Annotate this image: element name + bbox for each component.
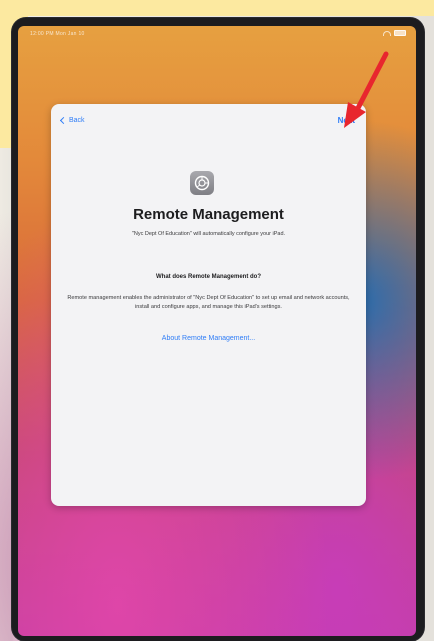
yellow-note-strip bbox=[0, 0, 434, 16]
page-subtitle: "Nyc Dept Of Education" will automatical… bbox=[131, 231, 286, 237]
battery-icon bbox=[394, 30, 406, 36]
description-text: Remote management enables the administra… bbox=[67, 295, 350, 310]
settings-gear-icon bbox=[190, 171, 214, 195]
about-remote-management-link[interactable]: About Remote Management... bbox=[51, 335, 366, 342]
chevron-left-icon bbox=[59, 116, 68, 125]
section-heading: What does Remote Management do? bbox=[155, 274, 261, 280]
remote-management-sheet: Back Next Remote Management "Nyc Dept Of… bbox=[51, 104, 366, 506]
page-title: Remote Management bbox=[133, 206, 284, 223]
status-bar: 12:00 PM Mon Jan 10 bbox=[18, 26, 416, 42]
status-time: 12:00 PM Mon Jan 10 bbox=[30, 31, 85, 37]
back-label: Back bbox=[69, 117, 85, 124]
status-icons bbox=[383, 30, 406, 36]
wifi-icon bbox=[383, 30, 391, 36]
red-arrow-annotation-icon bbox=[344, 51, 389, 128]
back-button[interactable]: Back bbox=[59, 116, 85, 125]
